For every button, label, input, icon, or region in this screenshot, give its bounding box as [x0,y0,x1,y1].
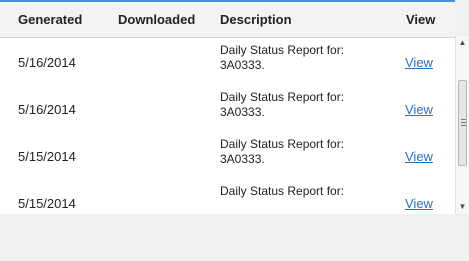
description-line: Daily Status Report for: [220,137,345,151]
header-description[interactable]: Description [220,12,292,27]
generated-date: 5/16/2014 [18,102,76,117]
table-row: 5/15/2014 Daily Status Report for: 3A033… [0,132,455,179]
description-cell: Daily Status Report for: 3A0333. [220,137,390,167]
description-line: Daily Status Report for: [220,43,345,57]
description-line: Daily Status Report for: [220,184,345,198]
description-line: 3A0333. [220,105,265,119]
grip-icon [461,119,466,126]
scroll-thumb[interactable] [458,80,467,166]
generated-date: 5/15/2014 [18,149,76,164]
table-body: 5/16/2014 Daily Status Report for: 3A033… [0,38,455,214]
reports-table: Generated Downloaded Description View 5/… [0,0,455,214]
description-cell: Daily Status Report for: [220,184,390,199]
view-link[interactable]: View [405,196,433,211]
description-line: Daily Status Report for: [220,90,345,104]
description-cell: Daily Status Report for: 3A0333. [220,43,390,73]
generated-date: 5/16/2014 [18,55,76,70]
vertical-scrollbar[interactable]: ▲ ▼ [455,36,469,214]
arrow-up-icon[interactable]: ▲ [456,36,469,50]
view-link[interactable]: View [405,102,433,117]
description-cell: Daily Status Report for: 3A0333. [220,90,390,120]
arrow-down-icon[interactable]: ▼ [456,200,469,214]
description-line: 3A0333. [220,152,265,166]
header-downloaded[interactable]: Downloaded [118,12,195,27]
header-generated[interactable]: Generated [18,12,82,27]
table-row: 5/16/2014 Daily Status Report for: 3A033… [0,85,455,132]
table-row: 5/16/2014 Daily Status Report for: 3A033… [0,38,455,85]
header-view[interactable]: View [406,12,435,27]
table-row: 5/15/2014 Daily Status Report for: View [0,179,455,214]
table-header: Generated Downloaded Description View [0,2,455,38]
view-link[interactable]: View [405,55,433,70]
generated-date: 5/15/2014 [18,196,76,211]
view-link[interactable]: View [405,149,433,164]
description-line: 3A0333. [220,58,265,72]
